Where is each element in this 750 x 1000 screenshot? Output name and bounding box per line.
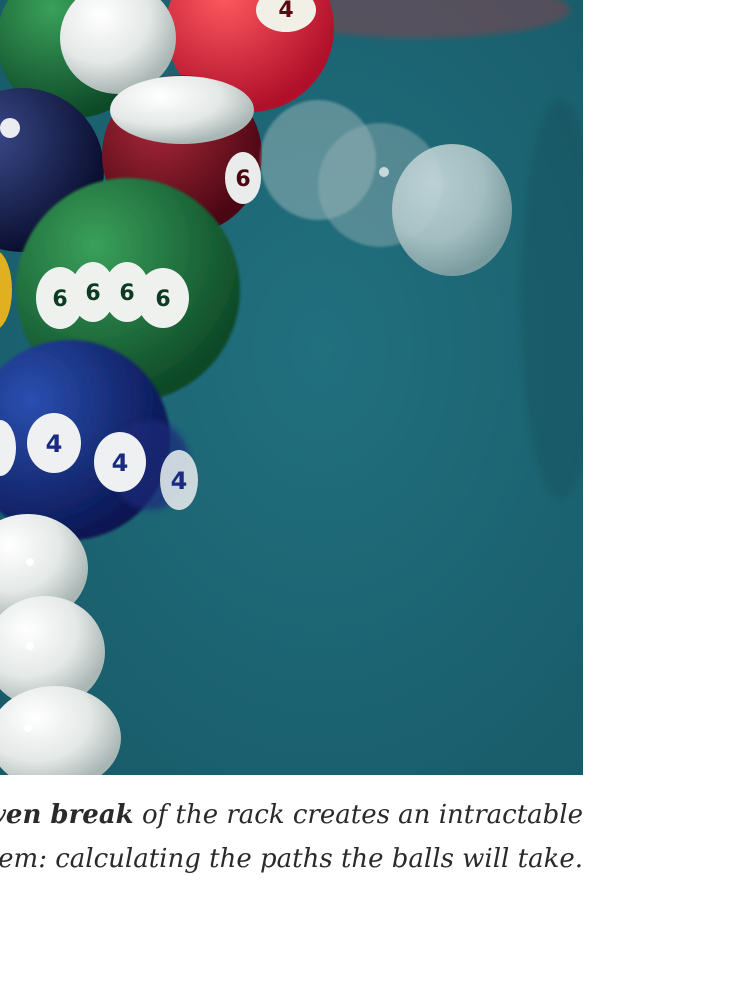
caption-line-2: em: calculating the paths the balls will… <box>0 844 583 874</box>
ball-number: 4 <box>112 449 129 477</box>
ball-number: 6 <box>235 167 250 192</box>
ball-number: 4 <box>278 0 293 23</box>
billiards-illustration: 4 6 6 6 6 6 4 4 4 <box>0 0 583 775</box>
ball-number: 6 <box>155 287 170 312</box>
caption-line-1-text: of the rack creates an intractable <box>133 800 583 830</box>
ball-number: 4 <box>46 430 63 458</box>
ball-number: 6 <box>52 287 67 312</box>
photo-caption: ven break of the rack creates an intract… <box>0 793 583 881</box>
ball-number: 6 <box>119 281 134 306</box>
ball-number: 6 <box>85 281 100 306</box>
billiards-photo: 4 6 6 6 6 6 4 4 4 <box>0 0 583 775</box>
ball-number: 4 <box>171 467 188 495</box>
caption-bold-phrase: ven break <box>0 800 134 830</box>
caption-line-1: ven break of the rack creates an intract… <box>0 793 583 837</box>
